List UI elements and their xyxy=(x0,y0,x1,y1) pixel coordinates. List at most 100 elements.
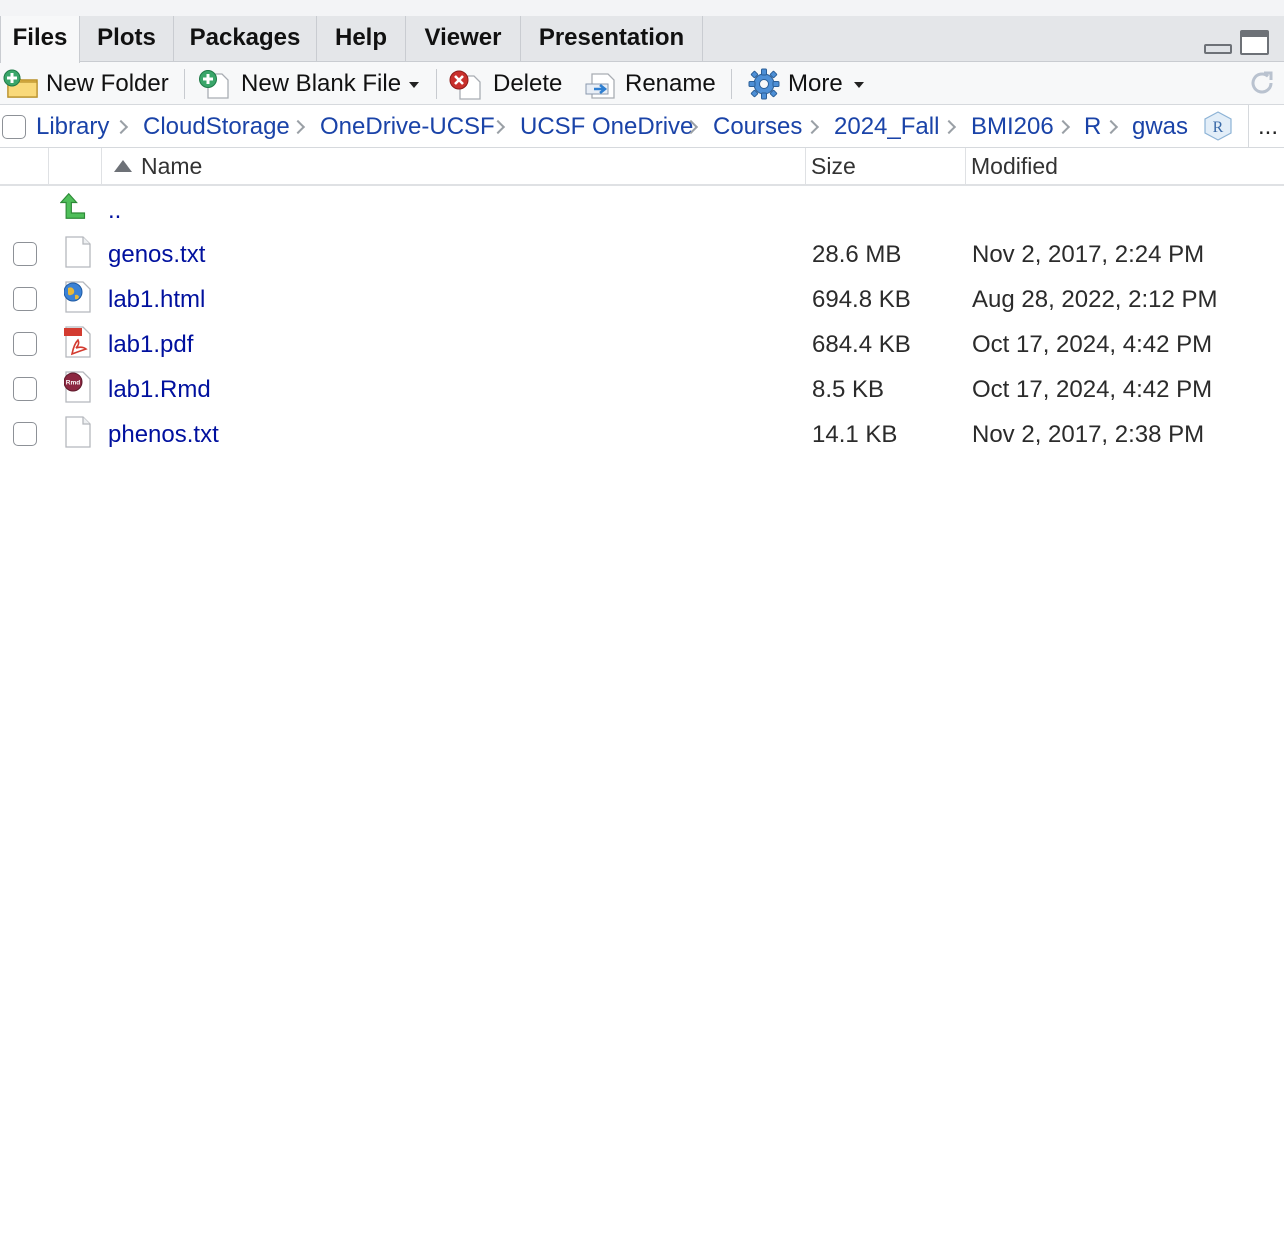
svg-text:R: R xyxy=(1213,119,1224,136)
file-size: 684.4 KB xyxy=(812,331,911,358)
parent-directory-link[interactable]: .. xyxy=(108,188,121,233)
tab-files-label: Files xyxy=(12,24,68,51)
tab-help-label: Help xyxy=(334,24,387,51)
new-folder-label: New Folder xyxy=(46,70,169,97)
chevron-right-icon xyxy=(1055,119,1071,135)
breadcrumb-onedrive-ucsf[interactable]: OneDrive-UCSF xyxy=(320,105,495,148)
toolbar-divider xyxy=(436,69,437,99)
file-modified: Aug 28, 2022, 2:12 PM xyxy=(972,286,1218,313)
file-name-link[interactable]: lab1.pdf xyxy=(108,322,193,367)
select-all-checkbox[interactable] xyxy=(2,115,26,139)
minimize-pane-button[interactable] xyxy=(1204,44,1232,54)
chevron-right-icon xyxy=(290,119,306,135)
text-file-icon xyxy=(65,236,91,268)
tab-packages[interactable]: Packages xyxy=(174,16,317,62)
breadcrumb-cloudstorage[interactable]: CloudStorage xyxy=(143,105,290,148)
file-name-link[interactable]: lab1.html xyxy=(108,277,205,322)
chevron-down-icon xyxy=(409,82,419,88)
tab-files[interactable]: Files xyxy=(0,16,80,63)
column-name-label: Name xyxy=(141,153,203,179)
row-checkbox[interactable] xyxy=(13,332,37,356)
new-file-icon xyxy=(199,70,229,99)
file-size: 694.8 KB xyxy=(812,286,911,313)
window-top-strip xyxy=(0,0,1284,16)
tab-presentation-label: Presentation xyxy=(538,24,685,51)
delete-label: Delete xyxy=(493,70,563,97)
go-up-arrow-icon xyxy=(60,192,86,219)
more-menu-button[interactable]: More xyxy=(746,62,870,105)
column-modified-label: Modified xyxy=(971,153,1058,179)
files-toolbar: New Folder New Blank File Delete Rename xyxy=(0,62,1284,105)
gear-icon xyxy=(748,68,780,100)
sort-ascending-icon xyxy=(114,160,132,172)
column-header-modified[interactable]: Modified xyxy=(965,148,1284,184)
maximize-pane-button[interactable] xyxy=(1240,30,1269,55)
new-blank-file-label: New Blank File xyxy=(241,70,402,97)
file-size: 14.1 KB xyxy=(812,421,898,448)
breadcrumb-divider xyxy=(1248,105,1249,148)
file-modified: Oct 17, 2024, 4:42 PM xyxy=(972,376,1213,403)
file-name-link[interactable]: lab1.Rmd xyxy=(108,367,211,412)
rmd-file-icon: Rmd xyxy=(64,371,91,403)
breadcrumb: Library CloudStorage OneDrive-UCSF UCSF … xyxy=(0,105,1284,148)
new-blank-file-button[interactable]: New Blank File xyxy=(194,62,426,105)
row-checkbox[interactable] xyxy=(13,422,37,446)
breadcrumb-2024-fall[interactable]: 2024_Fall xyxy=(834,105,939,148)
tab-plots[interactable]: Plots xyxy=(80,16,174,62)
breadcrumb-r[interactable]: R xyxy=(1084,105,1101,148)
more-label: More xyxy=(788,70,843,97)
r-project-icon[interactable]: R xyxy=(1202,110,1234,142)
rename-icon xyxy=(585,73,615,99)
tab-viewer-label: Viewer xyxy=(424,24,502,51)
table-row[interactable]: phenos.txt 14.1 KB Nov 2, 2017, 2:38 PM xyxy=(0,412,1284,457)
file-name-link[interactable]: phenos.txt xyxy=(108,412,219,457)
file-name-link[interactable]: genos.txt xyxy=(108,232,205,277)
text-file-icon xyxy=(65,416,91,448)
chevron-down-icon xyxy=(854,82,864,88)
chevron-right-icon xyxy=(1103,119,1119,135)
file-size: 8.5 KB xyxy=(812,376,885,403)
svg-text:Rmd: Rmd xyxy=(66,380,80,387)
column-header-name[interactable]: Name xyxy=(101,148,805,184)
chevron-right-icon xyxy=(113,119,129,135)
new-folder-button[interactable]: New Folder xyxy=(0,62,176,105)
table-row[interactable]: genos.txt 28.6 MB Nov 2, 2017, 2:24 PM xyxy=(0,232,1284,277)
breadcrumb-courses[interactable]: Courses xyxy=(713,105,802,148)
file-size: 28.6 MB xyxy=(812,241,902,268)
toolbar-divider xyxy=(184,69,185,99)
rename-button[interactable]: Rename xyxy=(582,62,722,105)
tab-packages-label: Packages xyxy=(189,24,301,51)
pdf-file-icon xyxy=(64,326,91,358)
breadcrumb-ucsf-onedrive[interactable]: UCSF OneDrive xyxy=(520,105,693,148)
column-header-icon xyxy=(48,148,101,184)
breadcrumb-gwas[interactable]: gwas xyxy=(1132,105,1188,148)
breadcrumb-bmi206[interactable]: BMI206 xyxy=(971,105,1054,148)
file-list-header: Name Size Modified xyxy=(0,148,1284,186)
tab-help[interactable]: Help xyxy=(317,16,406,62)
row-checkbox[interactable] xyxy=(13,242,37,266)
delete-icon xyxy=(449,70,481,100)
parent-directory-row[interactable]: .. xyxy=(0,188,1284,233)
table-row[interactable]: lab1.pdf 684.4 KB Oct 17, 2024, 4:42 PM xyxy=(0,322,1284,367)
pane-tab-bar: Files Plots Packages Help Viewer Present… xyxy=(0,16,1284,63)
file-modified: Nov 2, 2017, 2:24 PM xyxy=(972,241,1205,268)
chevron-right-icon xyxy=(804,119,820,135)
delete-button[interactable]: Delete xyxy=(446,62,570,105)
tab-presentation[interactable]: Presentation xyxy=(521,16,703,62)
rename-label: Rename xyxy=(625,70,716,97)
tab-viewer[interactable]: Viewer xyxy=(406,16,521,62)
tab-plots-label: Plots xyxy=(97,24,156,51)
refresh-icon[interactable] xyxy=(1246,67,1278,99)
row-checkbox[interactable] xyxy=(13,377,37,401)
table-row[interactable]: Rmd lab1.Rmd 8.5 KB Oct 17, 2024, 4:42 P… xyxy=(0,367,1284,412)
column-size-label: Size xyxy=(811,153,856,179)
column-header-size[interactable]: Size xyxy=(805,148,965,184)
breadcrumb-overflow-button[interactable]: ... xyxy=(1258,105,1278,148)
toolbar-divider xyxy=(731,69,732,99)
breadcrumb-library[interactable]: Library xyxy=(36,105,109,148)
row-checkbox[interactable] xyxy=(13,287,37,311)
table-row[interactable]: lab1.html 694.8 KB Aug 28, 2022, 2:12 PM xyxy=(0,277,1284,322)
html-file-icon xyxy=(64,281,91,313)
file-modified: Oct 17, 2024, 4:42 PM xyxy=(972,331,1213,358)
file-modified: Nov 2, 2017, 2:38 PM xyxy=(972,421,1205,448)
